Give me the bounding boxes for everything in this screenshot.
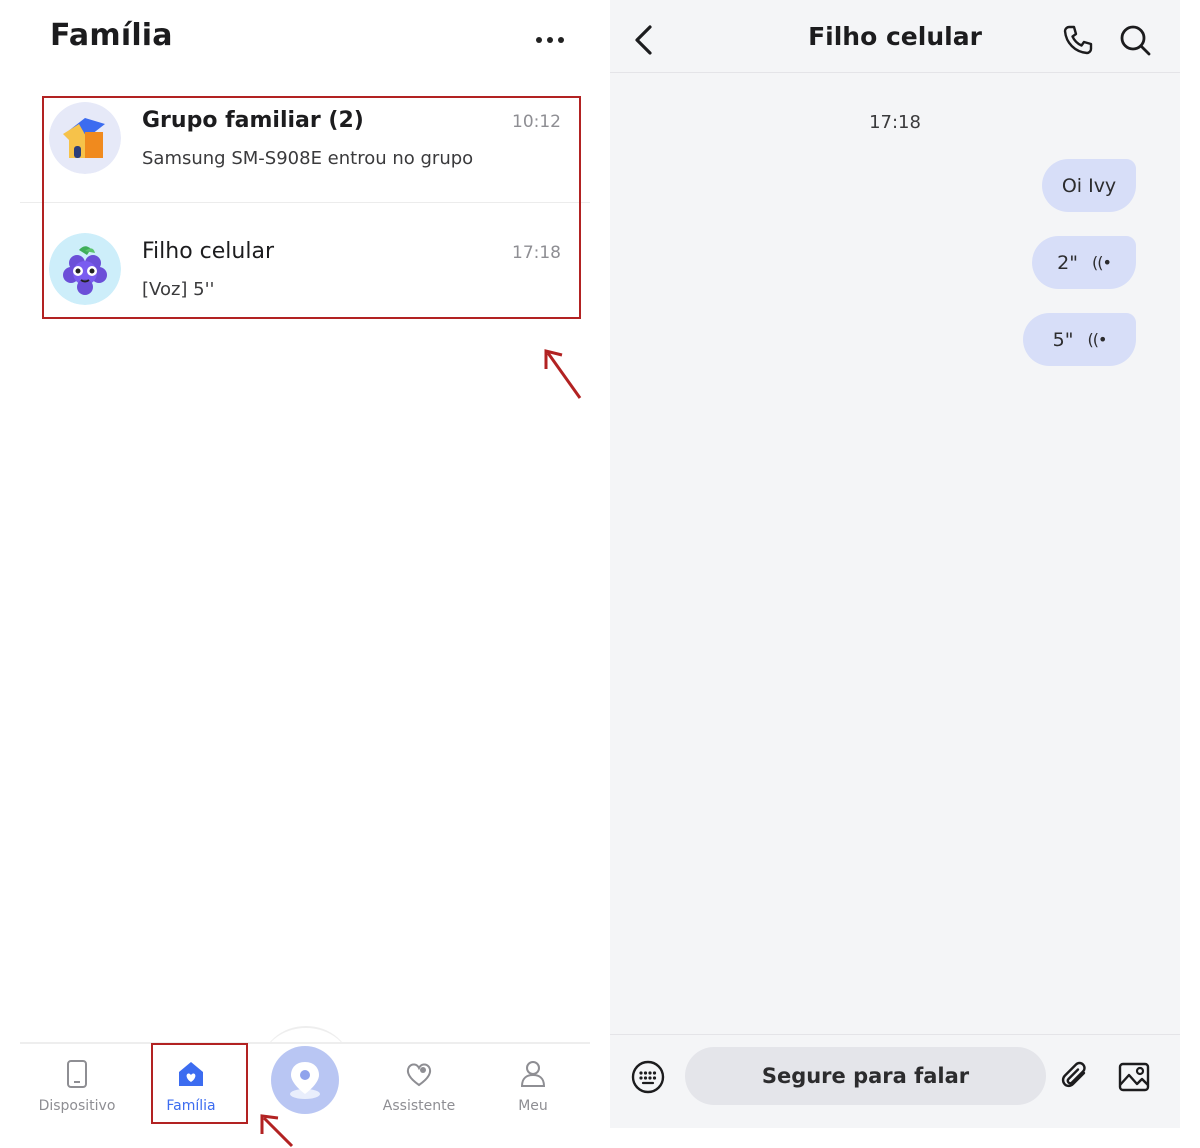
nav-label: Assistente: [382, 1098, 456, 1114]
keyboard-icon[interactable]: [630, 1059, 666, 1095]
chat-screen: Filho celular 17:18 Oi Ivy 2" ((• 5" ((•…: [610, 0, 1180, 1128]
nav-item-location[interactable]: [271, 1046, 339, 1114]
heart-icon: [406, 1063, 432, 1087]
message-bubble-voice[interactable]: 2" ((•: [1032, 236, 1136, 289]
search-icon[interactable]: [1117, 22, 1153, 58]
voice-duration: 5": [1052, 328, 1074, 351]
nav-item-familia[interactable]: Família: [141, 1058, 241, 1114]
page-title: Família: [50, 18, 173, 53]
chat-header: Filho celular: [610, 0, 1180, 73]
location-pin-icon: [290, 1062, 320, 1099]
chat-name: Filho celular: [142, 239, 274, 264]
chat-preview: [Voz] 5'': [142, 279, 215, 300]
nav-label: Família: [166, 1098, 216, 1114]
nav-label: Meu: [518, 1098, 548, 1114]
family-screen: Família Grupo familiar (2) 10:12 Samsung…: [20, 0, 590, 1148]
family-home-icon: [179, 1062, 203, 1086]
voice-duration: 2": [1057, 251, 1078, 274]
chat-name: Grupo familiar (2): [142, 108, 364, 133]
input-bar: Segure para falar: [610, 1034, 1180, 1128]
chat-item-family-group[interactable]: Grupo familiar (2) 10:12 Samsung SM-S908…: [20, 72, 590, 202]
voice-wave-icon: ((•: [1091, 253, 1112, 272]
hold-to-talk-button[interactable]: Segure para falar: [685, 1047, 1046, 1105]
paperclip-icon[interactable]: [1058, 1059, 1094, 1095]
phone-icon[interactable]: [1060, 22, 1096, 58]
user-icon: [520, 1061, 546, 1087]
device-icon: [67, 1060, 87, 1088]
message-timestamp: 17:18: [869, 112, 921, 133]
message-bubble-text[interactable]: Oi Ivy: [1042, 159, 1136, 212]
house-icon: [49, 102, 121, 174]
voice-wave-icon: ((•: [1087, 330, 1107, 349]
chat-time: 17:18: [512, 243, 561, 263]
chat-preview: Samsung SM-S908E entrou no grupo: [142, 148, 474, 169]
grape-icon: [49, 233, 121, 305]
image-icon[interactable]: [1116, 1059, 1152, 1095]
chat-item-filho-celular[interactable]: Filho celular 17:18 [Voz] 5'': [20, 202, 590, 332]
message-bubble-voice[interactable]: 5" ((•: [1023, 313, 1136, 366]
nav-label: Dispositivo: [38, 1098, 116, 1114]
nav-item-assistente[interactable]: Assistente: [369, 1058, 469, 1114]
message-text: Oi Ivy: [1061, 174, 1117, 197]
annotation-arrow: [544, 349, 582, 399]
more-dots-icon[interactable]: [530, 24, 570, 56]
nav-item-dispositivo[interactable]: Dispositivo: [27, 1058, 127, 1114]
chat-time: 10:12: [512, 112, 561, 132]
nav-item-meu[interactable]: Meu: [483, 1058, 583, 1114]
